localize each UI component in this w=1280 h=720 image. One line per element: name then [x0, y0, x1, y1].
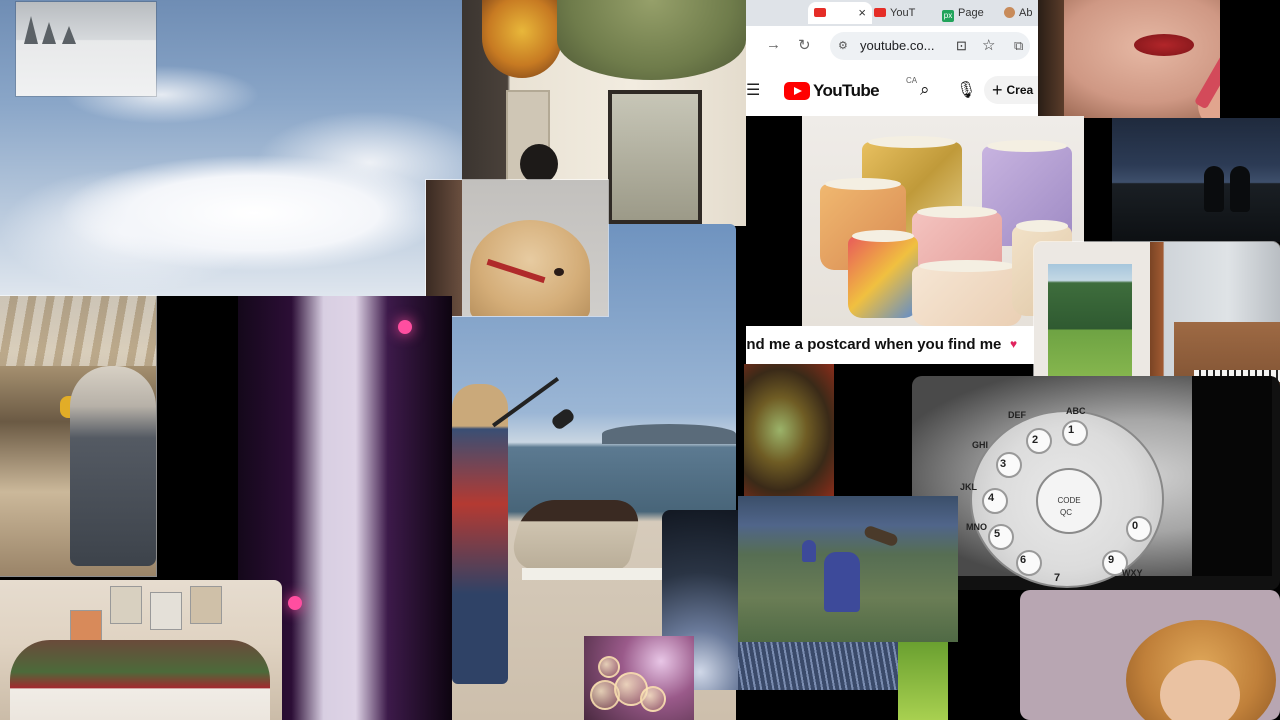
- tree-shape: [62, 26, 76, 44]
- pink-light: [398, 320, 412, 334]
- log: [862, 524, 900, 548]
- tab-page[interactable]: px Page: [936, 2, 1000, 24]
- avatar-favicon-icon: [1004, 7, 1015, 18]
- visitor-head: [520, 144, 558, 184]
- youtube-header: ☰ YouTube CA ⌕ 🎙︎ + Crea: [746, 66, 1038, 116]
- browser-toolbar: → ↻ ⚙ youtube.co... ⊡ ☆ ⧉: [746, 26, 1038, 66]
- rotary-dial: ABC DEF GHI JKL MNO WXY 1 2 3 4 5 6 9 0 …: [960, 406, 1164, 588]
- bookmark-star-icon[interactable]: ☆: [982, 32, 995, 60]
- seated-person: [70, 366, 156, 566]
- wall-poster: [150, 592, 182, 630]
- bedroom-group-photo: [0, 580, 282, 720]
- heart-icon: ♥: [1010, 337, 1018, 351]
- address-bar[interactable]: ⚙ youtube.co... ⊡ ☆ ⧉: [830, 32, 1030, 60]
- video-title-strip[interactable]: end me a postcard when you find me ♥: [746, 326, 1036, 364]
- dial-center-card: CODE: [1036, 468, 1102, 534]
- silhouette-person: [1204, 166, 1224, 212]
- sound-operator: [452, 384, 508, 684]
- rotary-phone-photo: ABC DEF GHI JKL MNO WXY 1 2 3 4 5 6 9 0 …: [912, 376, 1280, 590]
- microphone-icon[interactable]: 🎙︎: [956, 80, 976, 100]
- cafe-portrait-photo: [0, 296, 156, 576]
- url-text: youtube.co...: [860, 38, 935, 53]
- reload-icon[interactable]: ↻: [798, 36, 811, 54]
- bubbles-macro-photo: [584, 636, 694, 720]
- pink-light: [288, 596, 302, 610]
- mug-multicolor: [848, 230, 918, 318]
- hamburger-menu-icon[interactable]: ☰: [746, 80, 760, 100]
- painted-arch: [557, 0, 746, 80]
- psychedelic-photo: [744, 364, 834, 496]
- framed-painting: [608, 90, 702, 224]
- silhouette-person: [1230, 166, 1250, 212]
- dog-body: [470, 220, 590, 316]
- hair-strand: [1038, 0, 1064, 118]
- boom-mic: [549, 406, 577, 432]
- youtube-play-icon: [784, 82, 810, 100]
- youtube-wordmark: YouTube: [813, 81, 880, 100]
- px-favicon-icon: px: [942, 10, 954, 22]
- dusk-couple-photo: [1112, 118, 1280, 242]
- kneeling-figure: [824, 552, 860, 612]
- group-of-people: [10, 640, 270, 720]
- region-code: CA: [906, 76, 918, 85]
- red-lips: [1134, 34, 1194, 56]
- dial-center-sub: QC: [1060, 508, 1072, 517]
- create-button[interactable]: + Crea: [984, 76, 1038, 104]
- green-glow-photo: [898, 642, 948, 720]
- wall-poster: [190, 586, 222, 624]
- tab-ab[interactable]: Ab: [998, 2, 1038, 24]
- dog-photo: [426, 180, 608, 316]
- redhead-portrait-photo: [1020, 590, 1280, 720]
- browser-window: × YouT px Page Ab → ↻ ⚙ youtube.co... ⊡ ☆…: [746, 0, 1038, 116]
- tree-shape: [24, 16, 38, 44]
- forward-arrow-icon[interactable]: →: [766, 36, 781, 53]
- snowy-field-photo: [16, 2, 156, 96]
- tab-youtube[interactable]: YouT: [868, 2, 934, 24]
- youtube-favicon-icon: [814, 8, 826, 17]
- extensions-icon[interactable]: ⧉: [1014, 32, 1023, 60]
- site-settings-icon[interactable]: ⚙: [838, 32, 848, 60]
- dog-nose: [554, 268, 564, 276]
- install-app-icon[interactable]: ⊡: [956, 32, 967, 60]
- lipstick-closeup-photo: [1038, 0, 1220, 118]
- small-figure: [802, 540, 816, 562]
- mountain-silhouette: [602, 424, 736, 444]
- close-icon[interactable]: ×: [858, 2, 866, 24]
- tree-shape: [42, 22, 56, 44]
- search-icon[interactable]: ⌕: [920, 80, 930, 100]
- wall-poster: [110, 586, 142, 624]
- carved-mask: [482, 0, 562, 78]
- youtube-favicon-icon: [874, 8, 886, 17]
- tab-youtube-active[interactable]: ×: [808, 2, 872, 24]
- seated-woman: [507, 500, 645, 570]
- forest-meadow-inset: [1048, 264, 1132, 382]
- tab-strip: × YouT px Page Ab: [746, 0, 1038, 26]
- arched-ceiling: [0, 296, 156, 366]
- plus-icon: +: [992, 80, 1003, 100]
- beach-towel: [522, 568, 662, 580]
- forest-figures-photo: [738, 496, 958, 642]
- mug-cream: [912, 260, 1022, 326]
- video-title: end me a postcard when you find me: [746, 336, 1002, 353]
- light-rays-strip: [738, 642, 898, 690]
